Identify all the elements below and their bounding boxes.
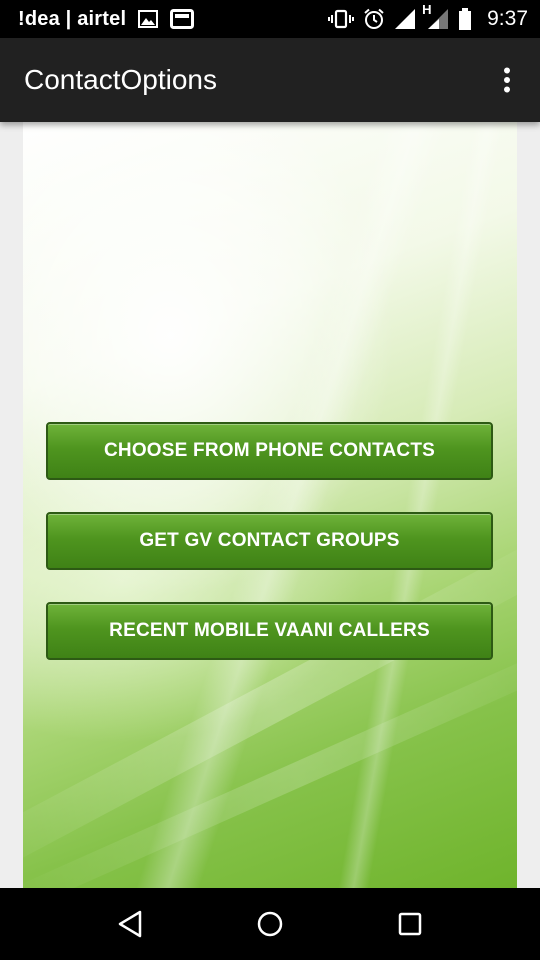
app-bar: ContactOptions (0, 38, 540, 122)
recent-mobile-vaani-callers-button[interactable]: RECENT MOBILE VAANI CALLERS (46, 602, 493, 660)
button-label: CHOOSE FROM PHONE CONTACTS (103, 440, 436, 461)
get-gv-contact-groups-button[interactable]: GET GV CONTACT GROUPS (46, 512, 493, 570)
status-bar: !dea | airtel H 9:37 (0, 0, 540, 38)
back-icon[interactable] (100, 894, 160, 954)
vibrate-icon (328, 9, 355, 29)
battery-icon (458, 8, 472, 30)
signal-icon (394, 8, 416, 30)
content-background: CHOOSE FROM PHONE CONTACTS GET GV CONTAC… (23, 122, 517, 888)
overflow-menu-icon[interactable] (492, 60, 522, 100)
image-icon (138, 10, 159, 28)
network-type-label: H (422, 2, 432, 17)
recents-icon[interactable] (380, 894, 440, 954)
home-icon[interactable] (240, 894, 300, 954)
button-label: GET GV CONTACT GROUPS (139, 530, 400, 551)
button-label: RECENT MOBILE VAANI CALLERS (109, 620, 430, 641)
alarm-icon (363, 8, 385, 30)
carrier-label: !dea | airtel (18, 7, 127, 30)
status-right: H 9:37 (328, 2, 528, 31)
clock: 9:37 (487, 7, 528, 30)
screen: !dea | airtel H 9:37 ContactOptions CHOO… (0, 0, 540, 960)
status-left: !dea | airtel (18, 8, 328, 31)
page-title: ContactOptions (24, 64, 217, 95)
signal-icon-2: H (422, 2, 449, 30)
navigation-bar (0, 888, 540, 960)
screen-icon (170, 9, 195, 29)
choose-phone-contacts-button[interactable]: CHOOSE FROM PHONE CONTACTS (46, 422, 493, 480)
